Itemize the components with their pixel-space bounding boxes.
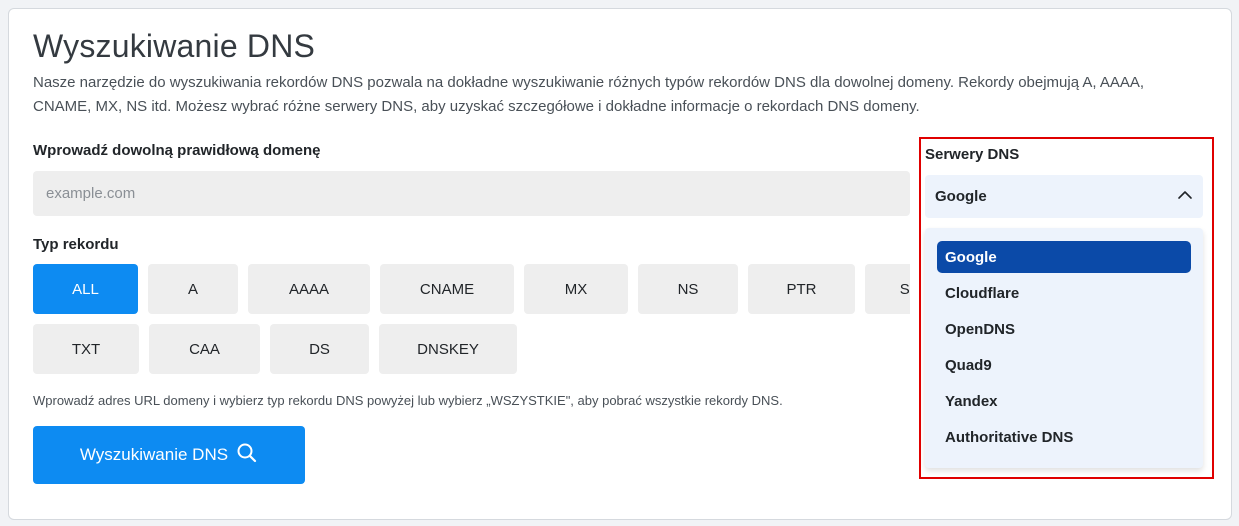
dns-server-dropdown: Google Cloudflare OpenDNS Quad9 Yandex A…: [925, 228, 1203, 468]
dns-server-select[interactable]: Google: [925, 175, 1203, 218]
record-btn-caa[interactable]: CAA: [149, 324, 260, 374]
record-btn-aaaa[interactable]: AAAA: [248, 264, 370, 314]
dns-lookup-button[interactable]: Wyszukiwanie DNS: [33, 426, 305, 484]
dns-option-opendns[interactable]: OpenDNS: [937, 313, 1191, 345]
record-btn-ptr[interactable]: PTR: [748, 264, 855, 314]
dns-option-google[interactable]: Google: [937, 241, 1191, 273]
dns-option-cloudflare[interactable]: Cloudflare: [937, 277, 1191, 309]
record-btn-srv[interactable]: SRV: [865, 264, 910, 314]
record-btn-mx[interactable]: MX: [524, 264, 628, 314]
record-btn-txt[interactable]: TXT: [33, 324, 139, 374]
record-btn-ns[interactable]: NS: [638, 264, 738, 314]
dns-option-quad9[interactable]: Quad9: [937, 349, 1191, 381]
record-btn-all[interactable]: ALL: [33, 264, 138, 314]
dns-server-selected: Google: [935, 188, 987, 205]
dns-option-yandex[interactable]: Yandex: [937, 385, 1191, 417]
record-btn-ds[interactable]: DS: [270, 324, 369, 374]
dns-option-authoritative[interactable]: Authoritative DNS: [937, 421, 1191, 453]
record-btn-cname[interactable]: CNAME: [380, 264, 514, 314]
search-icon: [236, 442, 258, 469]
dns-lookup-button-label: Wyszukiwanie DNS: [79, 445, 229, 464]
lookup-hint: Wprowadź adres URL domeny i wybierz typ …: [33, 393, 783, 408]
chevron-up-icon: [1177, 187, 1193, 207]
dns-servers-label: Serwery DNS: [925, 146, 1020, 163]
record-btn-dnskey[interactable]: DNSKEY: [379, 324, 517, 374]
record-btn-a[interactable]: A: [148, 264, 238, 314]
